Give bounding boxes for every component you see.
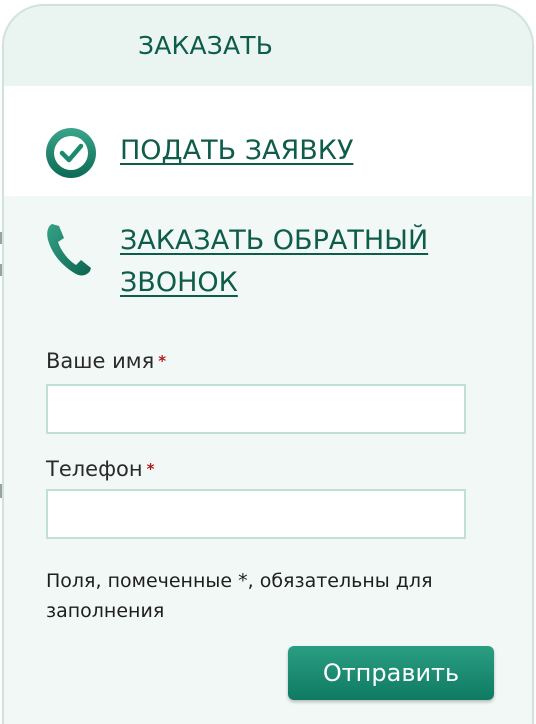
required-fields-note: Поля, помеченные *, обязательны для запо… [46, 570, 433, 622]
phone-label-text: Телефон [46, 457, 143, 481]
phone-label: Телефон * [46, 456, 154, 482]
required-asterisk: * [146, 460, 155, 478]
phone-input[interactable] [46, 489, 466, 539]
panel-title: ЗАКАЗАТЬ [138, 31, 274, 60]
submit-request-label[interactable]: ПОДАТЬ ЗАЯВКУ [120, 130, 480, 172]
panel-header: ЗАКАЗАТЬ [4, 6, 532, 86]
callback-request-label[interactable]: ЗАКАЗАТЬ ОБРАТНЫЙ ЗВОНОК [120, 220, 480, 304]
name-label: Ваше имя * [46, 348, 166, 374]
order-panel: ЗАКАЗАТЬ ПОДАТЬ ЗАЯВКУ ЗАКАЗАТЬ ОБРАТНЫЙ… [2, 4, 534, 724]
name-input[interactable] [46, 384, 466, 434]
submit-button[interactable]: Отправить [288, 646, 494, 700]
required-asterisk: * [158, 352, 167, 370]
page: ЗАКАЗАТЬ ПОДАТЬ ЗАЯВКУ ЗАКАЗАТЬ ОБРАТНЫЙ… [0, 0, 536, 724]
name-label-text: Ваше имя [46, 349, 155, 373]
phone-icon [44, 220, 94, 282]
check-circle-icon [44, 126, 98, 184]
